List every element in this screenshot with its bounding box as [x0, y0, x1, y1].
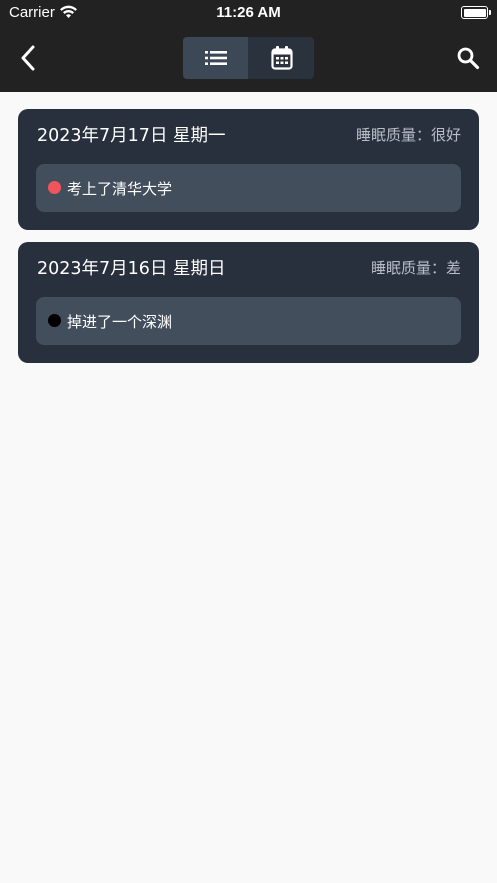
- chevron-left-icon: [21, 45, 35, 71]
- dream-color-dot: [48, 314, 61, 327]
- dream-item[interactable]: 考上了清华大学: [36, 164, 461, 212]
- calendar-view-button[interactable]: [249, 37, 314, 79]
- sleep-quality: 睡眠质量：很好: [355, 126, 461, 144]
- search-icon: [457, 47, 480, 70]
- navigation-bar: Carrier 11:26 AM: [0, 0, 497, 92]
- dream-text: 考上了清华大学: [67, 180, 173, 198]
- sleep-quality: 睡眠质量：差: [370, 259, 461, 277]
- dream-entry-card[interactable]: 2023年7月16日 星期日 睡眠质量：差 掉进了一个深渊: [18, 242, 479, 363]
- dream-color-dot: [48, 181, 61, 194]
- list-icon: [204, 51, 227, 65]
- entry-date: 2023年7月17日 星期一: [37, 126, 226, 146]
- view-toggle: [183, 37, 314, 79]
- dream-text: 掉进了一个深渊: [67, 313, 173, 331]
- back-button[interactable]: [14, 42, 42, 74]
- battery-icon: [461, 6, 491, 19]
- dream-item[interactable]: 掉进了一个深渊: [36, 297, 461, 345]
- dream-entry-card[interactable]: 2023年7月17日 星期一 睡眠质量：很好 考上了清华大学: [18, 109, 479, 230]
- clock: 11:26 AM: [216, 4, 281, 21]
- entry-date: 2023年7月16日 星期日: [37, 259, 226, 279]
- calendar-icon: [270, 46, 293, 70]
- status-bar: Carrier 11:26 AM: [0, 0, 497, 26]
- search-button[interactable]: [452, 44, 484, 72]
- list-view-button[interactable]: [183, 37, 248, 79]
